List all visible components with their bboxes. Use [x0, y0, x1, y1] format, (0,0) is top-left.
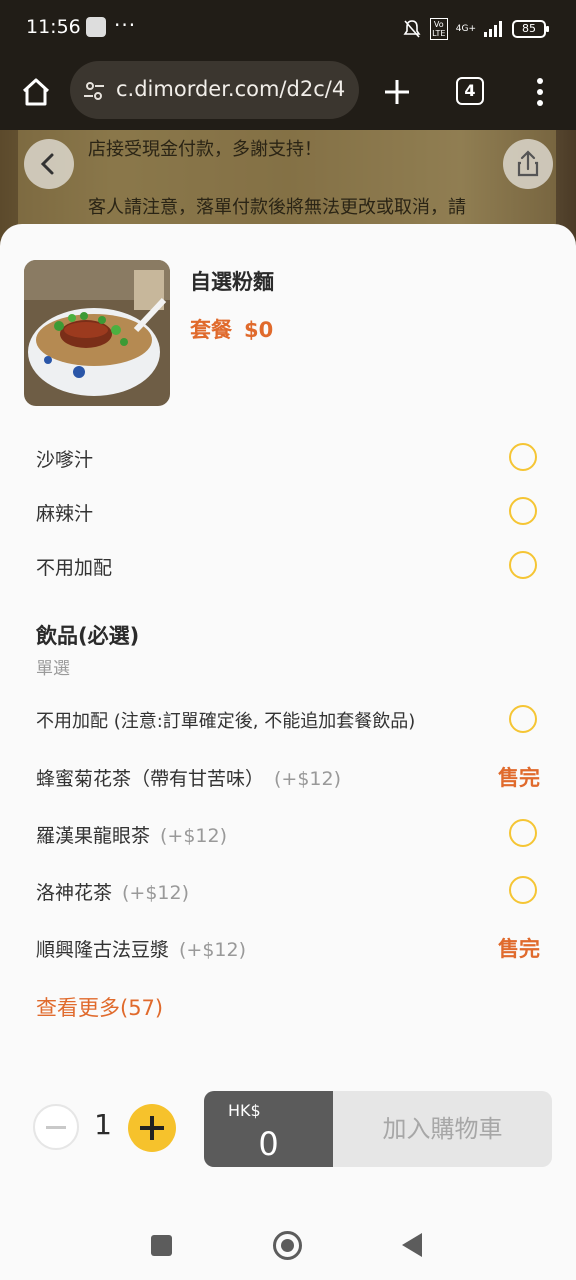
- status-indicators: Vo LTE 4G+ 85: [402, 18, 549, 40]
- drink-name: 蜂蜜菊花茶（帶有甘苦味）: [36, 768, 265, 790]
- option-label: 沙嗲汁: [36, 449, 94, 471]
- total-price: 0: [258, 1125, 279, 1163]
- drink-price: (+$12): [274, 768, 342, 790]
- set-label: 套餐: [190, 318, 232, 342]
- view-more-link[interactable]: 查看更多(57): [36, 992, 163, 1022]
- notification-app-icon: [86, 17, 106, 37]
- signal-icon: [484, 21, 502, 37]
- item-options-sheet: 自選粉麵 套餐 $0 沙嗲汁 麻辣汁 不用加配 飲品(必選) 單選 不用加配 (注…: [0, 224, 576, 1206]
- network-indicator: 4G+: [455, 23, 476, 34]
- drink-name: 羅漢果龍眼茶: [36, 825, 151, 847]
- option-row-spicy[interactable]: 麻辣汁: [36, 491, 546, 531]
- noodle-bowl-image: [24, 260, 170, 406]
- address-bar[interactable]: c.dimorder.com/d2c/4: [70, 61, 359, 119]
- volte-label: Vo LTE: [429, 18, 448, 40]
- radio-button[interactable]: [509, 443, 537, 471]
- more-notifications-icon: ···: [114, 13, 137, 37]
- set-price-line: 套餐 $0: [190, 314, 273, 344]
- sold-out-label: 售完: [498, 937, 540, 961]
- cart-bar: HK$ 0 加入購物車: [204, 1091, 552, 1167]
- item-photo: [24, 260, 170, 406]
- url-text: c.dimorder.com/d2c/4: [116, 77, 346, 101]
- share-icon: [517, 150, 539, 177]
- drink-name: 不用加配 (注意:訂單確定後, 不能追加套餐飲品): [36, 711, 416, 732]
- tab-switcher-button[interactable]: 4: [456, 77, 484, 105]
- status-bar: 11:56 ··· Vo LTE 4G+ 85: [0, 0, 576, 58]
- radio-button[interactable]: [509, 551, 537, 579]
- option-label: 順興隆古法豆漿 (+$12): [36, 935, 246, 962]
- drink-price: (+$12): [179, 939, 247, 961]
- home-icon[interactable]: [16, 72, 56, 112]
- option-label: 蜂蜜菊花茶（帶有甘苦味） (+$12): [36, 764, 341, 791]
- currency-label: HK$: [228, 1101, 261, 1120]
- option-label: 羅漢果龍眼茶 (+$12): [36, 821, 227, 848]
- drinks-section-title: 飲品(必選): [36, 624, 140, 648]
- quantity-value: 1: [94, 1108, 112, 1141]
- option-label: 不用加配 (注意:訂單確定後, 不能追加套餐飲品): [36, 707, 415, 733]
- radio-button[interactable]: [509, 705, 537, 733]
- mute-bell-icon: [403, 20, 421, 38]
- set-price: $0: [244, 318, 274, 342]
- add-to-cart-button[interactable]: 加入購物車: [333, 1091, 552, 1167]
- system-nav-bar: [0, 1206, 576, 1280]
- drink-option-chrysanthemum: 蜂蜜菊花茶（帶有甘苦味） (+$12) 售完: [36, 756, 546, 796]
- drinks-section-subtitle: 單選: [36, 659, 70, 679]
- battery-indicator: 85: [512, 20, 549, 38]
- new-tab-plus-icon[interactable]: [380, 75, 414, 109]
- drink-option-soymilk: 順興隆古法豆漿 (+$12) 售完: [36, 927, 546, 967]
- share-button[interactable]: [503, 139, 553, 189]
- recents-icon[interactable]: [151, 1235, 172, 1256]
- status-time: 11:56: [26, 16, 81, 38]
- drink-name: 順興隆古法豆漿: [36, 939, 170, 961]
- back-button[interactable]: [24, 139, 74, 189]
- radio-button[interactable]: [509, 876, 537, 904]
- drink-price: (+$12): [122, 882, 190, 904]
- browser-toolbar: c.dimorder.com/d2c/4 4: [0, 58, 576, 130]
- more-vert-icon[interactable]: [530, 74, 550, 110]
- tune-icon[interactable]: [82, 79, 106, 103]
- option-label: 不用加配: [36, 557, 113, 579]
- item-title: 自選粉麵: [190, 270, 274, 294]
- radio-button[interactable]: [509, 497, 537, 525]
- option-label: 洛神花茶 (+$12): [36, 878, 189, 905]
- drink-name: 洛神花茶: [36, 882, 113, 904]
- network-type-label: 4G+: [455, 23, 476, 34]
- back-triangle-icon[interactable]: [402, 1233, 422, 1257]
- drink-option-luohan[interactable]: 羅漢果龍眼茶 (+$12): [36, 813, 546, 853]
- radio-button[interactable]: [509, 819, 537, 847]
- quantity-plus-button[interactable]: [128, 1104, 176, 1152]
- quantity-minus-button[interactable]: [33, 1104, 79, 1150]
- drink-price: (+$12): [160, 825, 228, 847]
- option-row-none[interactable]: 不用加配: [36, 545, 546, 585]
- option-row-satay[interactable]: 沙嗲汁: [36, 437, 546, 477]
- option-label: 麻辣汁: [36, 503, 94, 525]
- sold-out-label: 售完: [498, 766, 540, 790]
- drink-option-none[interactable]: 不用加配 (注意:訂單確定後, 不能追加套餐飲品): [36, 699, 546, 739]
- store-notice-line-2: 客人請注意，落單付款後將無法更改或取消，請: [88, 197, 466, 218]
- chevron-left-icon: [40, 153, 54, 175]
- total-price-box: HK$ 0: [204, 1091, 333, 1167]
- drink-option-roselle[interactable]: 洛神花茶 (+$12): [36, 870, 546, 910]
- home-circle-icon[interactable]: [273, 1231, 302, 1260]
- store-notice-line-1: 店接受現金付款，多謝支持！: [88, 139, 322, 160]
